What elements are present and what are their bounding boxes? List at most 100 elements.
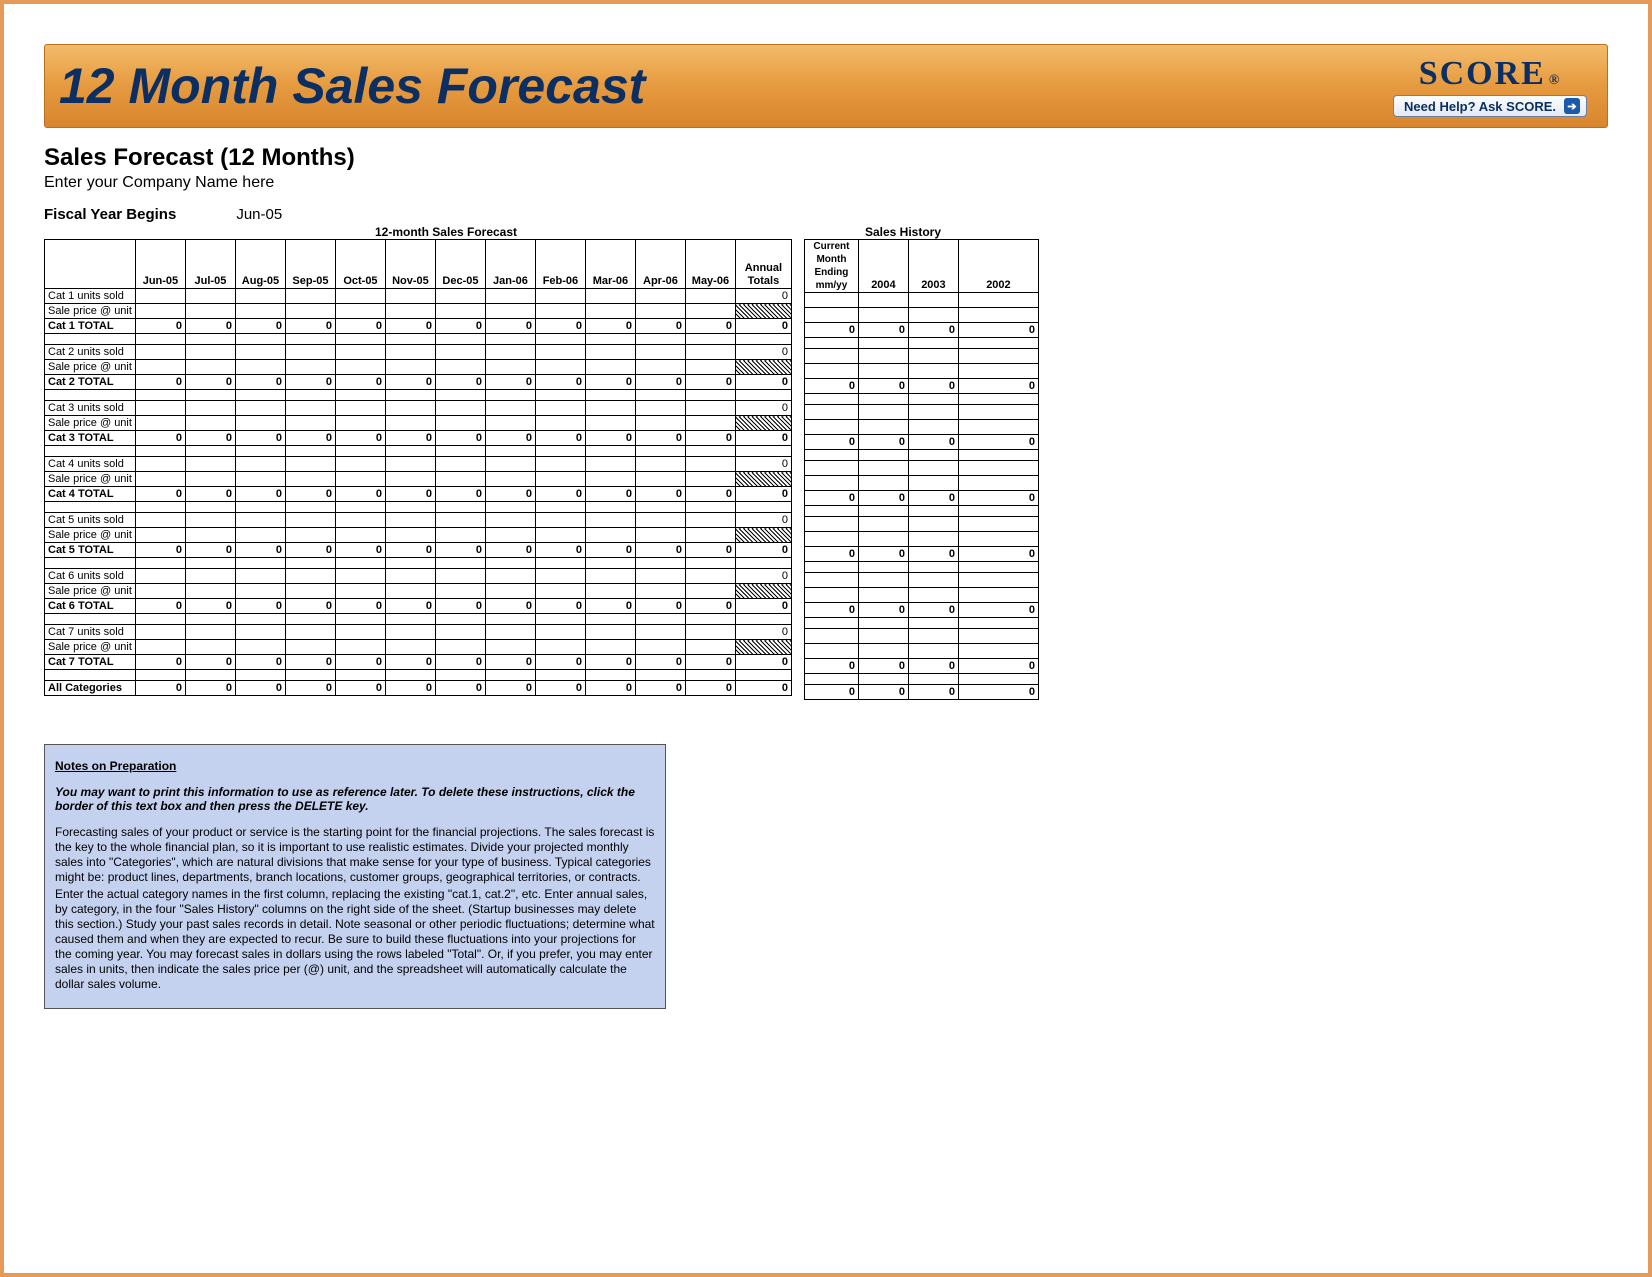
cell[interactable] [908, 420, 958, 435]
cell[interactable] [958, 476, 1038, 491]
cell[interactable] [235, 528, 285, 543]
cell[interactable]: 0 [485, 375, 535, 390]
cell[interactable] [908, 364, 958, 379]
cell[interactable]: 0 [958, 659, 1038, 674]
cell[interactable] [685, 528, 735, 543]
cell[interactable] [335, 360, 385, 375]
cell[interactable] [535, 472, 585, 487]
cell[interactable] [908, 573, 958, 588]
cell[interactable] [685, 304, 735, 319]
cell[interactable] [735, 528, 791, 543]
cell[interactable] [285, 360, 335, 375]
cell[interactable]: 0 [335, 655, 385, 670]
cell[interactable]: 0 [585, 375, 635, 390]
cell[interactable]: 0 [804, 603, 858, 618]
cell[interactable] [435, 513, 485, 528]
cell[interactable]: 0 [485, 487, 535, 502]
cell[interactable] [485, 472, 535, 487]
cell[interactable]: 0 [908, 659, 958, 674]
cell[interactable] [804, 405, 858, 420]
cell[interactable] [958, 629, 1038, 644]
cell[interactable] [335, 569, 385, 584]
cell[interactable] [435, 472, 485, 487]
cell[interactable] [335, 289, 385, 304]
cell[interactable]: Cat 1 units sold [45, 289, 136, 304]
cell[interactable]: 0 [958, 685, 1038, 700]
cell[interactable] [635, 528, 685, 543]
cell[interactable] [285, 401, 335, 416]
cell[interactable] [435, 640, 485, 655]
cell[interactable] [585, 513, 635, 528]
cell[interactable] [485, 360, 535, 375]
cell[interactable]: 0 [535, 655, 585, 670]
cell[interactable]: 0 [335, 543, 385, 558]
cell[interactable] [908, 476, 958, 491]
cell[interactable]: Cat 7 TOTAL [45, 655, 136, 670]
cell[interactable]: 0 [435, 681, 485, 696]
cell[interactable]: 0 [335, 487, 385, 502]
cell[interactable] [435, 584, 485, 599]
cell[interactable] [958, 293, 1038, 308]
cell[interactable]: 0 [135, 375, 185, 390]
cell[interactable]: 0 [685, 487, 735, 502]
cell[interactable] [235, 513, 285, 528]
cell[interactable] [908, 629, 958, 644]
cell[interactable]: Cat 5 TOTAL [45, 543, 136, 558]
cell[interactable] [908, 308, 958, 323]
cell[interactable]: 0 [685, 655, 735, 670]
cell[interactable]: 0 [735, 345, 791, 360]
cell[interactable]: 0 [858, 685, 908, 700]
cell[interactable] [635, 304, 685, 319]
cell[interactable]: 0 [735, 319, 791, 334]
cell[interactable] [335, 345, 385, 360]
cell[interactable]: 0 [135, 655, 185, 670]
cell[interactable] [485, 640, 535, 655]
cell[interactable]: 0 [185, 543, 235, 558]
cell[interactable]: Sale price @ unit [45, 416, 136, 431]
cell[interactable]: 0 [958, 603, 1038, 618]
cell[interactable] [958, 349, 1038, 364]
cell[interactable] [735, 416, 791, 431]
cell[interactable]: 0 [635, 319, 685, 334]
cell[interactable] [858, 405, 908, 420]
cell[interactable]: All Categories [45, 681, 136, 696]
cell[interactable] [485, 304, 535, 319]
cell[interactable]: 0 [908, 491, 958, 506]
cell[interactable] [285, 625, 335, 640]
cell[interactable] [435, 457, 485, 472]
cell[interactable] [958, 573, 1038, 588]
cell[interactable] [804, 588, 858, 603]
cell[interactable] [958, 308, 1038, 323]
cell[interactable] [285, 640, 335, 655]
cell[interactable] [335, 472, 385, 487]
cell[interactable] [908, 293, 958, 308]
cell[interactable] [585, 457, 635, 472]
cell[interactable]: 0 [185, 487, 235, 502]
cell[interactable] [235, 360, 285, 375]
cell[interactable] [804, 517, 858, 532]
cell[interactable] [804, 532, 858, 547]
cell[interactable] [285, 528, 335, 543]
cell[interactable]: 0 [135, 681, 185, 696]
cell[interactable]: 0 [235, 681, 285, 696]
cell[interactable]: 0 [235, 319, 285, 334]
cell[interactable] [735, 584, 791, 599]
cell[interactable]: 0 [958, 379, 1038, 394]
cell[interactable] [908, 532, 958, 547]
cell[interactable]: 0 [535, 681, 585, 696]
cell[interactable] [485, 584, 535, 599]
cell[interactable]: Cat 6 units sold [45, 569, 136, 584]
cell[interactable]: 0 [235, 431, 285, 446]
cell[interactable] [635, 416, 685, 431]
cell[interactable] [685, 513, 735, 528]
cell[interactable] [585, 345, 635, 360]
cell[interactable]: Cat 6 TOTAL [45, 599, 136, 614]
cell[interactable]: 0 [585, 319, 635, 334]
cell[interactable] [858, 532, 908, 547]
cell[interactable]: Cat 4 units sold [45, 457, 136, 472]
cell[interactable] [535, 640, 585, 655]
cell[interactable] [285, 569, 335, 584]
cell[interactable]: 0 [858, 491, 908, 506]
cell[interactable]: 0 [635, 487, 685, 502]
cell[interactable]: 0 [535, 599, 585, 614]
